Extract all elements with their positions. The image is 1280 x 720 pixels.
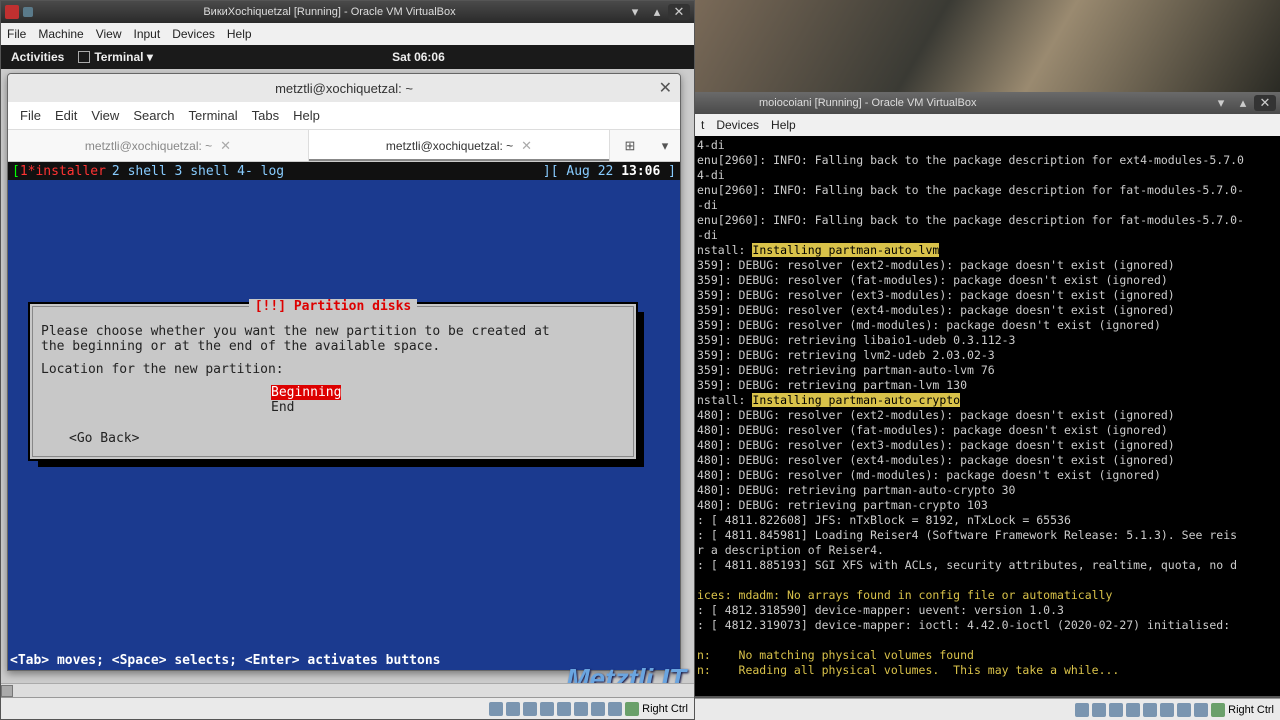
status-net-icon[interactable] <box>540 702 554 716</box>
activities-button[interactable]: Activities <box>11 50 64 64</box>
screen-statusline: [ 1*installer 2 shell 3 shell 4- log ][ … <box>8 162 680 180</box>
status-disk-icon[interactable] <box>1075 703 1089 717</box>
option-beginning[interactable]: Beginning <box>271 385 341 400</box>
hostkey-label: Right Ctrl <box>1228 704 1274 716</box>
status-shared-icon[interactable] <box>557 702 571 716</box>
dialog-shadow <box>636 312 644 467</box>
vm-left-statusbar: Right Ctrl <box>1 697 694 719</box>
menu-view[interactable]: View <box>96 27 122 41</box>
dialog-title: [!!] Partition disks <box>39 299 627 314</box>
dialog-shadow <box>38 459 644 467</box>
terminal-tab-2[interactable]: metztli@xochiquetzal: ~ ✕ <box>309 130 610 161</box>
status-usb-icon[interactable] <box>523 702 537 716</box>
status-time: ][ Aug 22 13:06 ] <box>543 164 676 179</box>
term-menu-help[interactable]: Help <box>293 108 320 123</box>
mini-toggle-icon[interactable] <box>23 7 33 17</box>
vm-right-title: moiocoiani [Running] - Oracle VM Virtual… <box>699 97 1210 109</box>
vm-right-menubar: t Devices Help <box>695 114 1280 136</box>
virtualbox-icon <box>5 5 19 19</box>
vm-left-titlebar[interactable]: ВикиXochiquetzal [Running] - Oracle VM V… <box>1 1 694 23</box>
vm-right-statusbar: Right Ctrl <box>695 698 1280 720</box>
terminal-tabbar: metztli@xochiquetzal: ~ ✕ metztli@xochiq… <box>8 130 680 162</box>
desktop-background <box>695 0 1280 92</box>
status-disk-icon[interactable] <box>489 702 503 716</box>
terminal-close-button[interactable]: ✕ <box>659 78 672 98</box>
status-display-icon[interactable] <box>574 702 588 716</box>
status-display-icon[interactable] <box>1160 703 1174 717</box>
minimize-button[interactable]: ▾ <box>624 4 646 20</box>
dialog-prompt: Location for the new partition: <box>41 362 625 377</box>
tab-1-close-icon[interactable]: ✕ <box>220 138 231 154</box>
guest-console[interactable]: 4-di enu[2960]: INFO: Falling back to th… <box>695 136 1280 696</box>
hint-text: <Tab> moves; <Space> selects; <Enter> ac… <box>10 653 440 668</box>
vm-right-titlebar[interactable]: moiocoiani [Running] - Oracle VM Virtual… <box>695 92 1280 114</box>
maximize-button[interactable]: ▴ <box>646 4 668 20</box>
tab-2-label: metztli@xochiquetzal: ~ <box>386 139 513 153</box>
terminal-tab-1[interactable]: metztli@xochiquetzal: ~ ✕ <box>8 130 309 161</box>
gnome-topbar: Activities Terminal ▾ Sat 06:06 <box>1 45 694 69</box>
status-mouse-icon[interactable] <box>625 702 639 716</box>
term-menu-terminal[interactable]: Terminal <box>189 108 238 123</box>
tab-dropdown-button[interactable]: ▾ <box>650 130 680 161</box>
terminal-title: metztli@xochiquetzal: ~ <box>275 81 413 96</box>
status-installer: 1*installer <box>20 164 106 179</box>
status-record-icon[interactable] <box>591 702 605 716</box>
term-menu-file[interactable]: File <box>20 108 41 123</box>
status-windows: 2 shell 3 shell 4- log <box>112 164 284 179</box>
maximize-button[interactable]: ▴ <box>1232 95 1254 111</box>
status-net-icon[interactable] <box>1126 703 1140 717</box>
menu-t[interactable]: t <box>701 118 704 132</box>
terminal-titlebar[interactable]: metztli@xochiquetzal: ~ ✕ <box>8 74 680 102</box>
terminal-icon <box>78 51 90 63</box>
go-back-button[interactable]: <Go Back> <box>69 431 627 446</box>
term-menu-view[interactable]: View <box>91 108 119 123</box>
close-button[interactable]: ✕ <box>668 4 690 20</box>
status-shared-icon[interactable] <box>1143 703 1157 717</box>
status-record-icon[interactable] <box>1177 703 1191 717</box>
terminal-menubar: File Edit View Search Terminal Tabs Help <box>8 102 680 130</box>
minimize-button[interactable]: ▾ <box>1210 95 1232 111</box>
status-mouse-icon[interactable] <box>1211 703 1225 717</box>
vm-left-menubar: File Machine View Input Devices Help <box>1 23 694 45</box>
terminal-indicator[interactable]: Terminal ▾ <box>78 50 152 64</box>
new-tab-button[interactable]: ⊞ <box>610 130 650 161</box>
tab-2-close-icon[interactable]: ✕ <box>521 138 532 154</box>
status-cpu-icon[interactable] <box>608 702 622 716</box>
menu-machine[interactable]: Machine <box>38 27 83 41</box>
term-menu-edit[interactable]: Edit <box>55 108 77 123</box>
option-end[interactable]: End <box>271 400 294 415</box>
menu-help[interactable]: Help <box>227 27 252 41</box>
terminal-body[interactable]: [ 1*installer 2 shell 3 shell 4- log ][ … <box>8 162 680 670</box>
hostkey-label: Right Ctrl <box>642 703 688 715</box>
term-menu-tabs[interactable]: Tabs <box>252 108 279 123</box>
terminal-indicator-label: Terminal ▾ <box>94 50 152 64</box>
status-cpu-icon[interactable] <box>1194 703 1208 717</box>
scrollbar-thumb[interactable] <box>1 685 13 697</box>
vm-left-title: ВикиXochiquetzal [Running] - Oracle VM V… <box>35 6 624 18</box>
status-optical-icon[interactable] <box>506 702 520 716</box>
vm-window-right: moiocoiani [Running] - Oracle VM Virtual… <box>695 0 1280 720</box>
dialog-body: Please choose whether you want the new p… <box>41 324 625 354</box>
close-button[interactable]: ✕ <box>1254 95 1276 111</box>
menu-help[interactable]: Help <box>771 118 796 132</box>
vm-window-left: ВикиXochiquetzal [Running] - Oracle VM V… <box>0 0 695 720</box>
term-menu-search[interactable]: Search <box>133 108 174 123</box>
menu-file[interactable]: File <box>7 27 26 41</box>
gnome-clock[interactable]: Sat 06:06 <box>153 50 684 64</box>
status-usb-icon[interactable] <box>1109 703 1123 717</box>
menu-devices[interactable]: Devices <box>172 27 215 41</box>
terminal-window: metztli@xochiquetzal: ~ ✕ File Edit View… <box>7 73 681 671</box>
menu-input[interactable]: Input <box>134 27 161 41</box>
partition-dialog: [!!] Partition disks Please choose wheth… <box>28 302 638 461</box>
tab-1-label: metztli@xochiquetzal: ~ <box>85 139 212 153</box>
horizontal-scrollbar[interactable] <box>1 683 694 697</box>
menu-devices[interactable]: Devices <box>716 118 759 132</box>
status-optical-icon[interactable] <box>1092 703 1106 717</box>
